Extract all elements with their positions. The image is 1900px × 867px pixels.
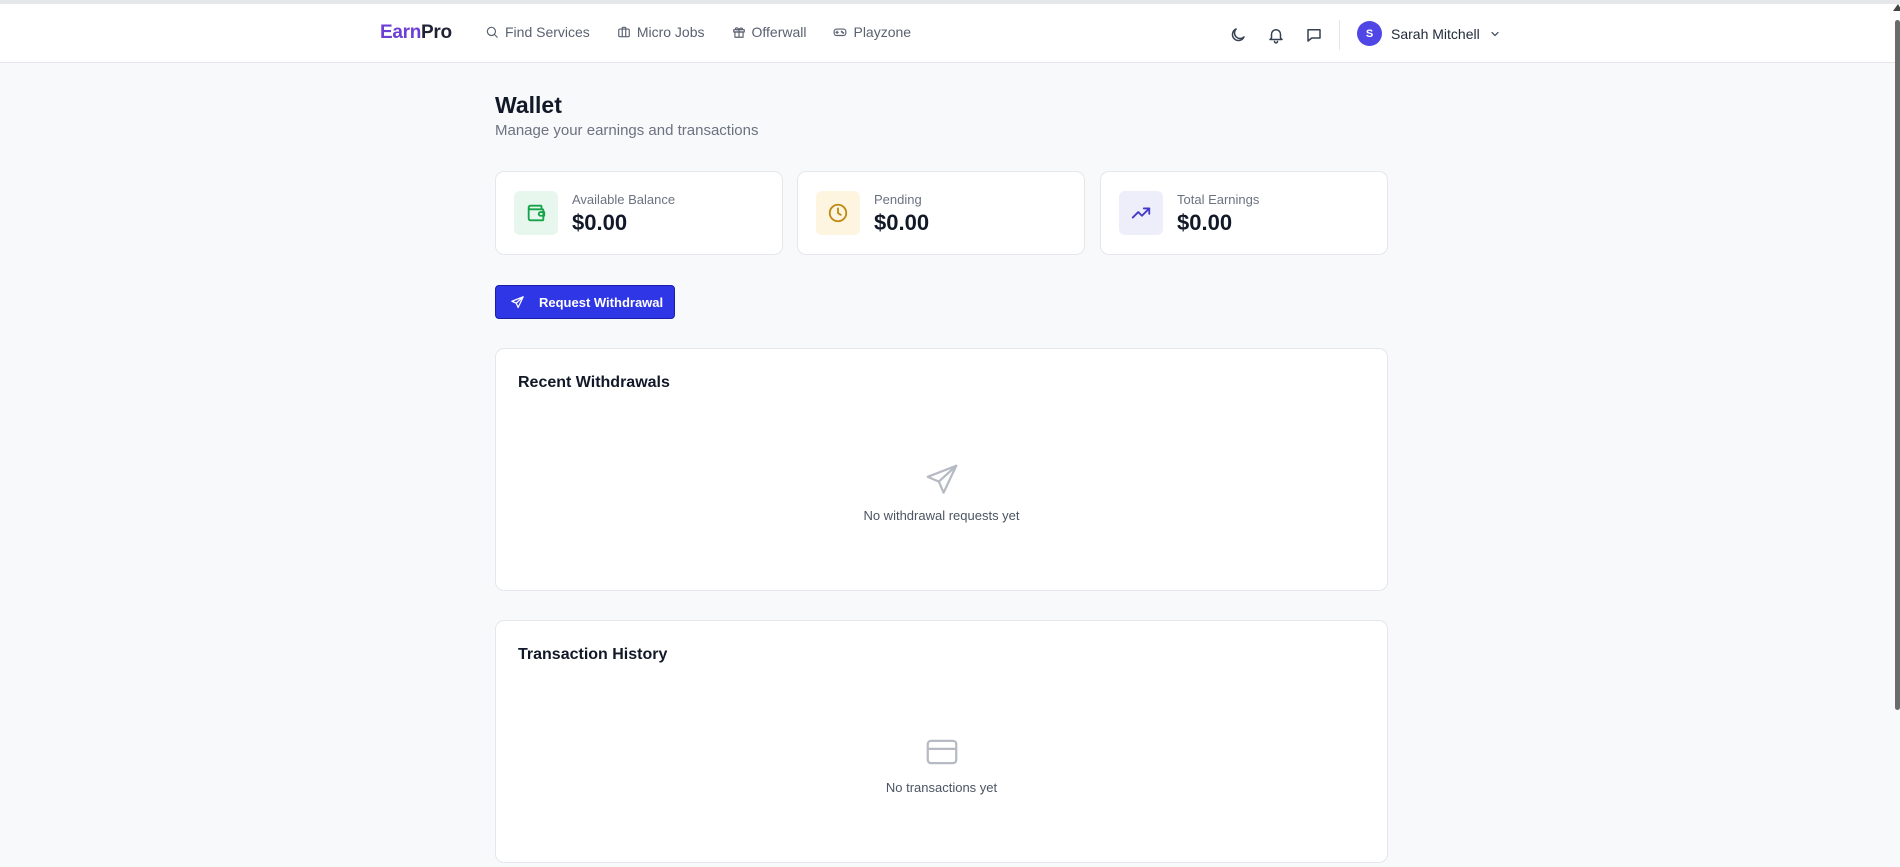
- bell-icon[interactable]: [1267, 26, 1285, 44]
- recent-withdrawals-panel: Recent Withdrawals No withdrawal request…: [495, 348, 1388, 591]
- page-subtitle: Manage your earnings and transactions: [495, 122, 759, 139]
- stat-card-total-earnings: Total Earnings $0.00: [1100, 171, 1388, 255]
- stat-icon-container: [816, 191, 860, 235]
- wallet-icon: [527, 204, 546, 222]
- message-icon[interactable]: [1305, 26, 1323, 44]
- nav-offerwall[interactable]: Offerwall: [732, 24, 807, 40]
- nav-micro-jobs[interactable]: Micro Jobs: [617, 24, 705, 40]
- stat-icon-container: [514, 191, 558, 235]
- logo-part-earn: Earn: [380, 22, 422, 43]
- nav-label: Find Services: [505, 24, 590, 40]
- page-title: Wallet: [495, 92, 562, 118]
- user-menu[interactable]: S Sarah Mitchell: [1357, 21, 1501, 46]
- scrollbar-up-arrow[interactable]: [1893, 4, 1900, 11]
- main-nav: Find Services Micro Jobs Offerwall Playz…: [485, 24, 911, 40]
- scrollbar[interactable]: [1895, 20, 1900, 710]
- nav-find-services[interactable]: Find Services: [485, 24, 590, 40]
- logo[interactable]: EarnPro: [380, 22, 452, 44]
- nav-playzone[interactable]: Playzone: [833, 24, 911, 40]
- chevron-down-icon: [1491, 31, 1499, 36]
- nav-label: Playzone: [853, 24, 912, 40]
- briefcase-icon: [617, 26, 630, 38]
- send-icon: [511, 295, 524, 308]
- stat-value: $0.00: [1177, 210, 1233, 235]
- gamepad-icon: [834, 28, 847, 37]
- panel-title: Recent Withdrawals: [518, 374, 670, 391]
- button-label: Request Withdrawal: [539, 294, 664, 310]
- stat-card-pending: Pending $0.00: [797, 171, 1085, 255]
- transaction-history-panel: Transaction History No transactions yet: [495, 620, 1388, 863]
- stat-label: Available Balance: [572, 192, 676, 207]
- avatar: S: [1357, 21, 1382, 46]
- stat-label: Total Earnings: [1177, 192, 1260, 207]
- search-icon: [486, 26, 498, 38]
- top-navbar: EarnPro Find Services Micro Jobs Offerwa…: [0, 4, 1900, 63]
- stat-card-available-balance: Available Balance $0.00: [495, 171, 783, 255]
- empty-state-text: No transactions yet: [885, 780, 998, 795]
- header-divider: [1339, 20, 1340, 50]
- nav-label: Offerwall: [751, 24, 807, 40]
- panel-title: Transaction History: [518, 646, 668, 663]
- stat-value: $0.00: [874, 210, 930, 235]
- credit-card-icon: [926, 739, 957, 765]
- trending-up-icon: [1131, 207, 1151, 219]
- moon-icon[interactable]: [1229, 26, 1247, 44]
- empty-state-text: No withdrawal requests yet: [863, 508, 1020, 523]
- nav-label: Micro Jobs: [636, 24, 705, 40]
- logo-part-pro: Pro: [421, 22, 452, 43]
- stat-value: $0.00: [572, 210, 628, 235]
- clock-icon: [828, 203, 848, 223]
- gift-icon: [732, 27, 745, 38]
- user-name: Sarah Mitchell: [1391, 25, 1480, 42]
- stat-icon-container: [1119, 191, 1163, 235]
- request-withdrawal-button[interactable]: Request Withdrawal: [495, 285, 675, 319]
- send-icon: [926, 464, 957, 494]
- stat-label: Pending: [874, 192, 922, 207]
